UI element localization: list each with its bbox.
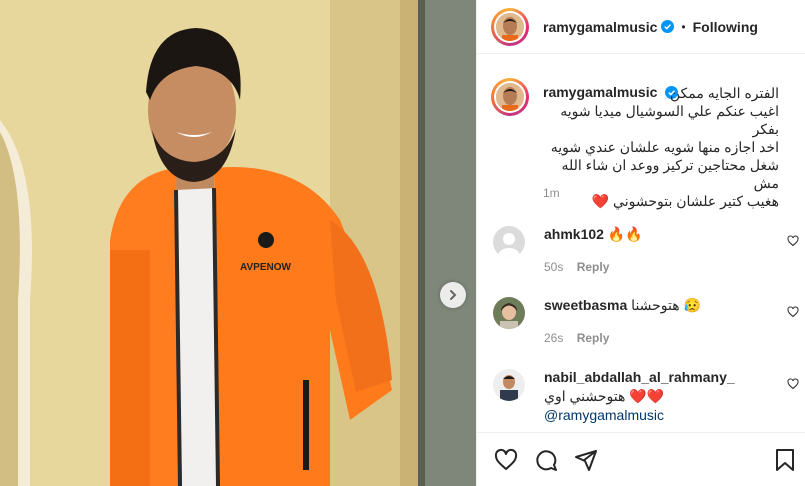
comment-like-icon[interactable] (787, 235, 799, 247)
post-photo: AVPENOW (0, 0, 476, 486)
heart-icon[interactable] (494, 448, 518, 472)
comment-meta: 50s Reply (544, 260, 609, 274)
mention-link[interactable]: @ramygamalmusic (544, 407, 664, 423)
commenter-avatar[interactable] (493, 297, 525, 329)
comment-time[interactable]: 26s (544, 331, 563, 345)
caption-avatar[interactable] (491, 78, 529, 116)
reply-button[interactable]: Reply (577, 260, 610, 274)
post-details-panel: ramygamalmusic • Following ramygamalmusi… (476, 0, 805, 486)
comment-like-icon[interactable] (787, 306, 799, 318)
author-username[interactable]: ramygamalmusic (543, 19, 657, 35)
verified-icon (661, 20, 675, 33)
follow-button[interactable]: Following (693, 19, 758, 35)
caption-line: هغيب كتير علشان بتوحشوني ❤️ (591, 193, 779, 209)
caption-line: شغل محتاجين تركيز ووعد ان شاء الله مش (561, 157, 780, 191)
comment-text: هتوحشني اوي ❤️❤️ (544, 388, 665, 404)
separator-dot: • (681, 19, 686, 34)
bookmark-icon[interactable] (773, 448, 797, 472)
comment-icon[interactable] (534, 448, 558, 472)
default-avatar-icon (493, 226, 525, 258)
reply-button[interactable]: Reply (577, 331, 610, 345)
share-icon[interactable] (574, 448, 598, 472)
post-header: ramygamalmusic • Following (477, 0, 805, 54)
comment-line: ahmk102 🔥🔥 (544, 226, 643, 243)
commenter-username[interactable]: ahmk102 (544, 226, 604, 242)
next-photo-button[interactable] (440, 282, 466, 308)
author-avatar-image (496, 12, 524, 41)
caption-timestamp[interactable]: 1m (543, 186, 560, 200)
caption-text: الفتره الجايه ممكن اغيب عنكم علي السوشيا… (543, 84, 779, 210)
caption-line: الفتره الجايه ممكن (669, 85, 779, 101)
commenter-avatar-image (493, 297, 525, 329)
comment-text: هتوحشنا 😥 (631, 297, 701, 313)
comment-text: 🔥🔥 (607, 226, 643, 242)
commenter-avatar-image (493, 369, 525, 401)
commenter-username[interactable]: nabil_abdallah_al_rahmany_ (544, 369, 735, 385)
commenter-username[interactable]: sweetbasma (544, 297, 627, 313)
action-bar (477, 432, 805, 486)
chevron-right-icon (450, 290, 457, 300)
commenter-avatar[interactable] (493, 369, 525, 401)
caption-line: اخد اجازه منها شويه علشان عندي شويه (550, 139, 779, 155)
comment-line: sweetbasma هتوحشنا 😥 (544, 297, 701, 314)
comment-time[interactable]: 50s (544, 260, 563, 274)
photo-illustration: AVPENOW (0, 0, 476, 486)
caption-avatar-image (496, 83, 524, 111)
author-avatar[interactable] (491, 7, 529, 46)
caption-line: اغيب عنكم علي السوشيال ميديا شويه بفكر (560, 103, 779, 137)
svg-text:AVPENOW: AVPENOW (240, 262, 291, 273)
commenter-avatar[interactable] (493, 226, 525, 258)
comment-meta: 26s Reply (544, 331, 609, 345)
comment-like-icon[interactable] (787, 378, 799, 390)
